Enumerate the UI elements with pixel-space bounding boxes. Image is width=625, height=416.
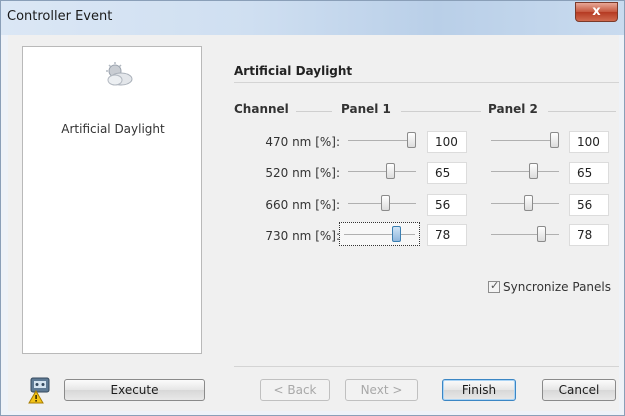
slider-thumb[interactable]: [381, 195, 391, 211]
panel2-value-520[interactable]: 65: [569, 162, 609, 184]
panel2-slider-730[interactable]: [487, 223, 563, 247]
back-button[interactable]: < Back: [260, 379, 330, 401]
panel2-slider-660[interactable]: [487, 192, 563, 216]
panel1-slider-660[interactable]: [344, 192, 420, 216]
channel-label-520: 520 nm [%]:: [265, 166, 340, 180]
panel1-value-730[interactable]: 78: [427, 224, 467, 246]
next-button[interactable]: Next >: [345, 379, 418, 401]
panel1-slider-730[interactable]: [339, 222, 420, 246]
slider-thumb[interactable]: [550, 132, 559, 148]
panel1-value-660[interactable]: 56: [427, 194, 467, 216]
check-icon: ✓: [490, 279, 500, 292]
column-divider: [296, 111, 332, 112]
panel2-value-470[interactable]: 100: [569, 131, 609, 153]
section-title: Artificial Daylight: [234, 64, 353, 78]
warning-robot-icon: [28, 377, 50, 404]
panel1-value-520[interactable]: 65: [427, 162, 467, 184]
panel1-slider-470[interactable]: [344, 129, 420, 153]
finish-button[interactable]: Finish: [442, 379, 516, 401]
column-header-panel2: Panel 2: [488, 102, 538, 116]
slider-track: [348, 171, 416, 172]
column-divider: [401, 111, 481, 112]
dialog-window: Controller Event x Artificial Daylight A…: [0, 0, 625, 416]
slider-thumb[interactable]: [524, 195, 534, 211]
slider-track: [344, 234, 415, 235]
column-header-panel1: Panel 1: [341, 102, 391, 116]
channel-label-730: 730 nm [%]:: [265, 229, 340, 243]
cancel-button[interactable]: Cancel: [542, 379, 616, 401]
panel2-value-660[interactable]: 56: [569, 194, 609, 216]
slider-thumb[interactable]: [386, 163, 396, 179]
event-type-panel[interactable]: Artificial Daylight: [22, 46, 202, 354]
panel2-slider-520[interactable]: [487, 160, 563, 184]
panel1-value-470[interactable]: 100: [427, 131, 467, 153]
slider-thumb[interactable]: [392, 226, 402, 242]
channel-label-660: 660 nm [%]:: [265, 198, 340, 212]
slider-track: [491, 234, 559, 235]
slider-thumb[interactable]: [407, 132, 416, 148]
slider-thumb[interactable]: [537, 226, 547, 242]
slider-thumb[interactable]: [529, 163, 539, 179]
slider-track: [491, 140, 559, 141]
panel1-slider-520[interactable]: [344, 160, 420, 184]
panel2-slider-470[interactable]: [487, 129, 563, 153]
daylight-icon: [106, 62, 133, 86]
column-divider: [548, 111, 616, 112]
sync-panels-label: Syncronize Panels: [503, 280, 611, 294]
channel-label-470: 470 nm [%]:: [265, 135, 340, 149]
column-header-channel: Channel: [234, 102, 289, 116]
footer-divider: [234, 366, 619, 367]
panel2-value-730[interactable]: 78: [569, 224, 609, 246]
execute-button[interactable]: Execute: [64, 379, 205, 401]
slider-track: [348, 140, 416, 141]
title-bar[interactable]: Controller Event x: [1, 1, 624, 35]
sync-panels-checkbox[interactable]: ✓ Syncronize Panels: [488, 279, 611, 294]
close-button[interactable]: x: [575, 2, 618, 22]
section-divider: [234, 82, 619, 83]
slider-track: [491, 171, 559, 172]
window-title: Controller Event: [7, 9, 113, 24]
close-icon: x: [592, 4, 601, 19]
event-type-label: Artificial Daylight: [61, 122, 165, 136]
checkbox-box[interactable]: ✓: [488, 279, 500, 293]
dialog-body: Artificial Daylight Artificial Daylight …: [8, 35, 619, 411]
